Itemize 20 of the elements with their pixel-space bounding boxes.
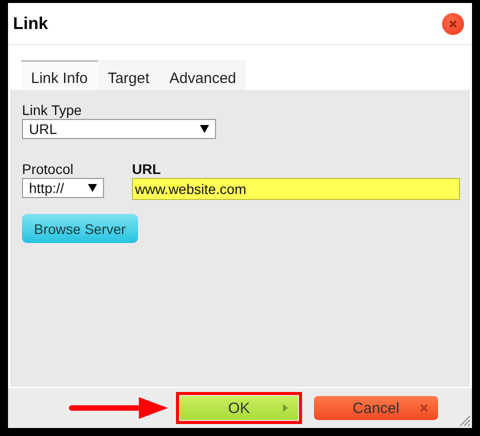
- ok-button[interactable]: OK: [180, 396, 298, 420]
- close-icon: [449, 20, 457, 28]
- cancel-button[interactable]: Cancel: [314, 396, 438, 420]
- window-title: Link: [13, 14, 48, 34]
- protocol-select[interactable]: http://: [22, 178, 104, 198]
- close-button[interactable]: [442, 12, 464, 34]
- close-icon: [420, 404, 428, 412]
- url-field[interactable]: www.website.com: [132, 178, 460, 200]
- caret-icon: [200, 125, 209, 133]
- field-label: Link Type: [22, 102, 83, 118]
- browse-server-button[interactable]: Browse Server: [22, 214, 138, 243]
- tab[interactable]: Link Info: [21, 60, 98, 90]
- field-label: Protocol: [22, 161, 74, 177]
- tab[interactable]: Target: [98, 60, 160, 90]
- resize-grip-icon: [458, 414, 470, 426]
- caret-icon: [88, 184, 97, 192]
- play-icon: [283, 404, 288, 412]
- field-label: URL: [132, 161, 162, 177]
- tab[interactable]: Advanced: [159, 60, 246, 90]
- link-type-select[interactable]: URL: [22, 119, 216, 139]
